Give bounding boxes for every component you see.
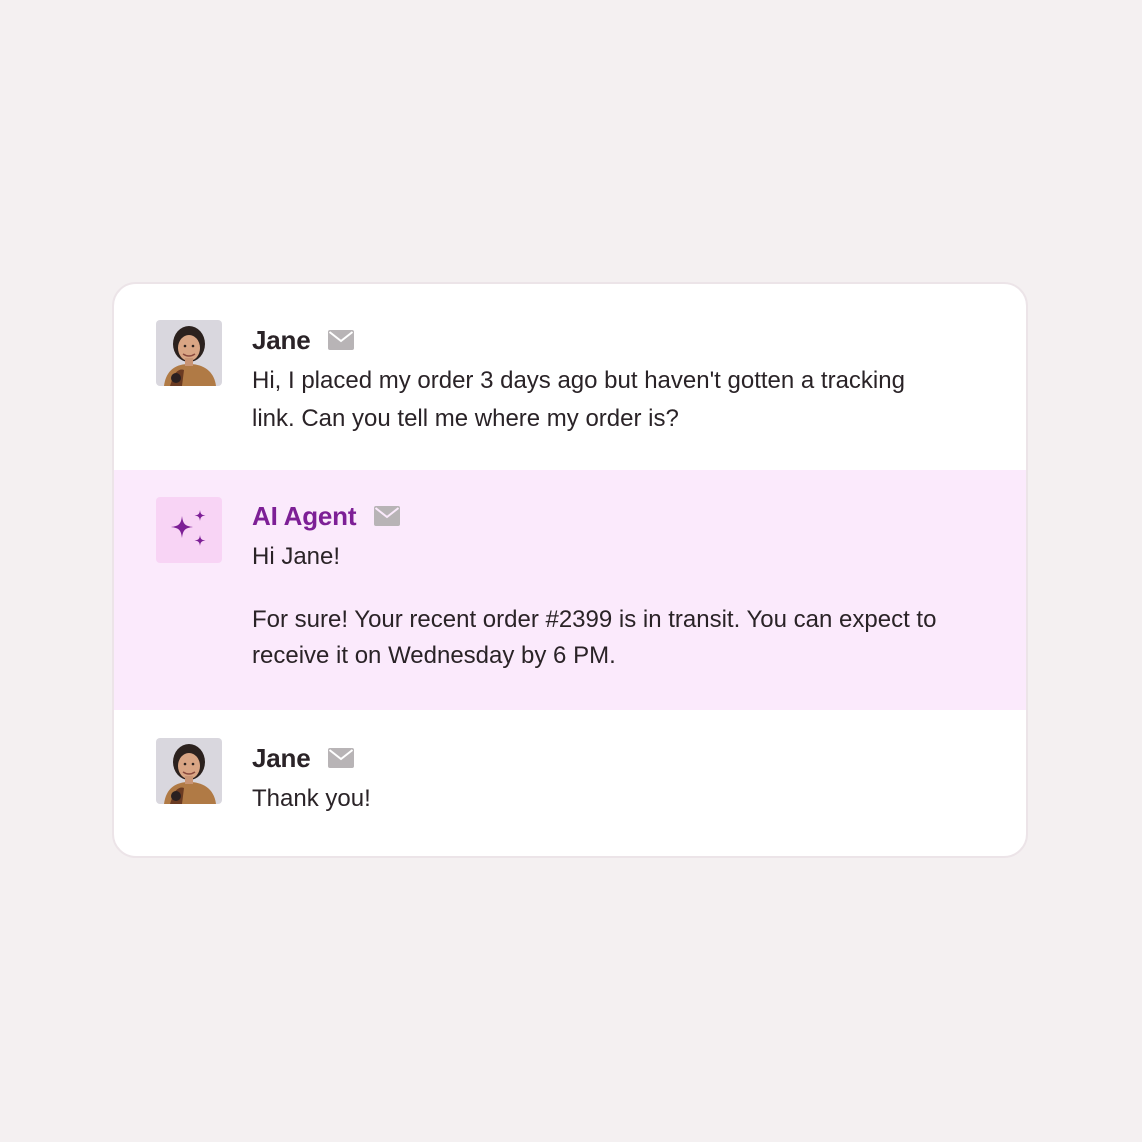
sender-name: Jane	[252, 324, 311, 355]
mail-icon	[328, 748, 355, 768]
message-greeting: Hi Jane!	[252, 538, 952, 576]
message-header: AI Agent	[252, 500, 401, 532]
message-customer-2: Jane Thank you!	[114, 710, 1026, 856]
message-paragraph: Hi Jane!	[252, 543, 341, 570]
mail-icon	[328, 330, 355, 350]
message-paragraph: Hi, I placed my order 3 days ago but hav…	[252, 367, 905, 432]
message-text: Hi, I placed my order 3 days ago but hav…	[252, 362, 952, 438]
sparkles-icon	[171, 510, 206, 546]
agent-avatar	[156, 497, 222, 563]
conversation-card: Jane Hi, I placed my order 3 days ago bu…	[112, 282, 1028, 858]
message-paragraph: Thank you!	[252, 785, 371, 812]
message-text: For sure! Your recent order #2399 is in …	[252, 602, 952, 674]
sender-name: AI Agent	[252, 500, 357, 531]
mail-icon	[374, 506, 401, 526]
message-agent: AI Agent Hi Jane! For sure! Your recent …	[114, 470, 1026, 710]
avatar	[156, 320, 222, 386]
message-header: Jane	[252, 324, 355, 356]
message-paragraph: For sure! Your recent order #2399 is in …	[252, 606, 937, 669]
message-customer-1: Jane Hi, I placed my order 3 days ago bu…	[114, 284, 1026, 470]
avatar	[156, 738, 222, 804]
sender-name: Jane	[252, 742, 311, 773]
message-text: Thank you!	[252, 780, 952, 818]
message-header: Jane	[252, 742, 355, 774]
